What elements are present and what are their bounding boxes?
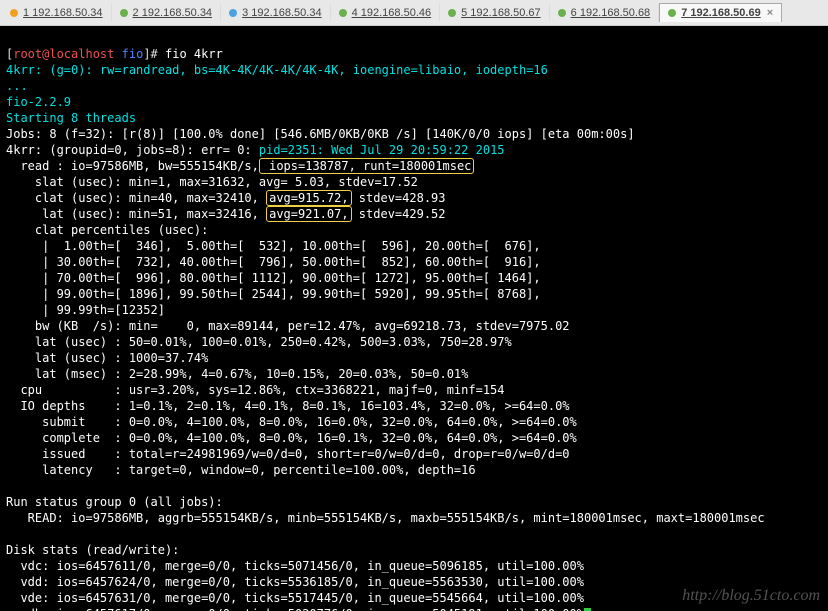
line-16: | 99.99th=[12352] bbox=[6, 303, 165, 317]
line-24: complete : 0=0.0%, 4=100.0%, 8=0.0%, 16=… bbox=[6, 431, 577, 445]
line-23: submit : 0=0.0%, 4=100.0%, 8=0.0%, 16=0.… bbox=[6, 415, 577, 429]
prompt-command: fio 4krr bbox=[165, 47, 223, 61]
line-33: vdd: ios=6457624/0, merge=0/0, ticks=553… bbox=[6, 575, 584, 589]
terminal-output[interactable]: [root@localhost fio]# fio 4krr 4krr: (g=… bbox=[0, 26, 828, 611]
prompt-close: ]# bbox=[143, 47, 165, 61]
status-dot-icon bbox=[558, 9, 566, 17]
line-10b: stdev=429.52 bbox=[352, 207, 446, 221]
tab-6[interactable]: 6 192.168.50.68 bbox=[550, 4, 660, 22]
tab-2[interactable]: 2 192.168.50.34 bbox=[112, 4, 222, 22]
line-8: slat (usec): min=1, max=31632, avg= 5.03… bbox=[6, 175, 418, 189]
close-icon[interactable]: × bbox=[767, 7, 773, 19]
line-3: fio-2.2.9 bbox=[6, 95, 71, 109]
prompt-path: fio bbox=[122, 47, 144, 61]
line-25: issued : total=r=24981969/w=0/d=0, short… bbox=[6, 447, 570, 461]
line-19: lat (usec) : 1000=37.74% bbox=[6, 351, 208, 365]
line-18: lat (usec) : 50=0.01%, 100=0.01%, 250=0.… bbox=[6, 335, 512, 349]
tab-label: 1 192.168.50.34 bbox=[23, 7, 103, 19]
line-9b: stdev=428.93 bbox=[352, 191, 446, 205]
watermark: http://blog.51cto.com bbox=[682, 587, 820, 605]
line-21: cpu : usr=3.20%, sys=12.86%, ctx=3368221… bbox=[6, 383, 505, 397]
tab-1[interactable]: 1 192.168.50.34 bbox=[2, 4, 112, 22]
prompt-user-host: root@localhost bbox=[13, 47, 114, 61]
status-dot-icon bbox=[339, 9, 347, 17]
line-6b: pid=2351: Wed Jul 29 20:59:22 2015 bbox=[259, 143, 505, 157]
tab-4[interactable]: 4 192.168.50.46 bbox=[331, 4, 441, 22]
line-9a: clat (usec): min=40, max=32410, bbox=[6, 191, 266, 205]
line-5: Jobs: 8 (f=32): [r(8)] [100.0% done] [54… bbox=[6, 127, 635, 141]
line-31: Disk stats (read/write): bbox=[6, 543, 179, 557]
line-2: ... bbox=[6, 79, 28, 93]
line-22: IO depths : 1=0.1%, 2=0.1%, 4=0.1%, 8=0.… bbox=[6, 399, 570, 413]
line-26: latency : target=0, window=0, percentile… bbox=[6, 463, 476, 477]
tab-label: 3 192.168.50.34 bbox=[242, 7, 322, 19]
line-12: | 1.00th=[ 346], 5.00th=[ 532], 10.00th=… bbox=[6, 239, 541, 253]
tab-label: 4 192.168.50.46 bbox=[352, 7, 432, 19]
highlight-lat-avg: avg=921.07, bbox=[266, 206, 351, 222]
line-6a: 4krr: (groupid=0, jobs=8): err= 0: bbox=[6, 143, 259, 157]
line-15: | 99.00th=[ 1896], 99.50th=[ 2544], 99.9… bbox=[6, 287, 541, 301]
tab-label: 2 192.168.50.34 bbox=[133, 7, 213, 19]
tab-3[interactable]: 3 192.168.50.34 bbox=[221, 4, 331, 22]
line-20: lat (msec) : 2=28.99%, 4=0.67%, 10=0.15%… bbox=[6, 367, 468, 381]
tab-7[interactable]: 7 192.168.50.69 × bbox=[659, 3, 782, 22]
status-dot-icon bbox=[668, 9, 676, 17]
status-dot-icon bbox=[120, 9, 128, 17]
status-dot-icon bbox=[10, 9, 18, 17]
tab-label: 7 192.168.50.69 bbox=[681, 7, 761, 19]
line-1: 4krr: (g=0): rw=randread, bs=4K-4K/4K-4K… bbox=[6, 63, 548, 77]
line-17: bw (KB /s): min= 0, max=89144, per=12.47… bbox=[6, 319, 570, 333]
line-34: vde: ios=6457631/0, merge=0/0, ticks=551… bbox=[6, 591, 584, 605]
line-28: Run status group 0 (all jobs): bbox=[6, 495, 223, 509]
line-7a: read : io=97586MB, bw=555154KB/s, bbox=[6, 159, 259, 173]
line-35: vdb: ios=6457617/0, merge=0/0, ticks=502… bbox=[6, 607, 584, 611]
line-4: Starting 8 threads bbox=[6, 111, 136, 125]
tab-bar: 1 192.168.50.34 2 192.168.50.34 3 192.168.… bbox=[0, 0, 828, 26]
line-29: READ: io=97586MB, aggrb=555154KB/s, minb… bbox=[6, 511, 765, 525]
line-11: clat percentiles (usec): bbox=[6, 223, 208, 237]
line-32: vdc: ios=6457611/0, merge=0/0, ticks=507… bbox=[6, 559, 584, 573]
highlight-clat-avg: avg=915.72, bbox=[266, 190, 351, 206]
line-10a: lat (usec): min=51, max=32416, bbox=[6, 207, 266, 221]
tab-5[interactable]: 5 192.168.50.67 bbox=[440, 4, 550, 22]
status-dot-icon bbox=[229, 9, 237, 17]
tab-label: 6 192.168.50.68 bbox=[571, 7, 651, 19]
line-14: | 70.00th=[ 996], 80.00th=[ 1112], 90.00… bbox=[6, 271, 541, 285]
tab-label: 5 192.168.50.67 bbox=[461, 7, 541, 19]
status-dot-icon bbox=[448, 9, 456, 17]
line-13: | 30.00th=[ 732], 40.00th=[ 796], 50.00t… bbox=[6, 255, 541, 269]
highlight-iops-runt: iops=138787, runt=180001msec bbox=[259, 158, 475, 174]
